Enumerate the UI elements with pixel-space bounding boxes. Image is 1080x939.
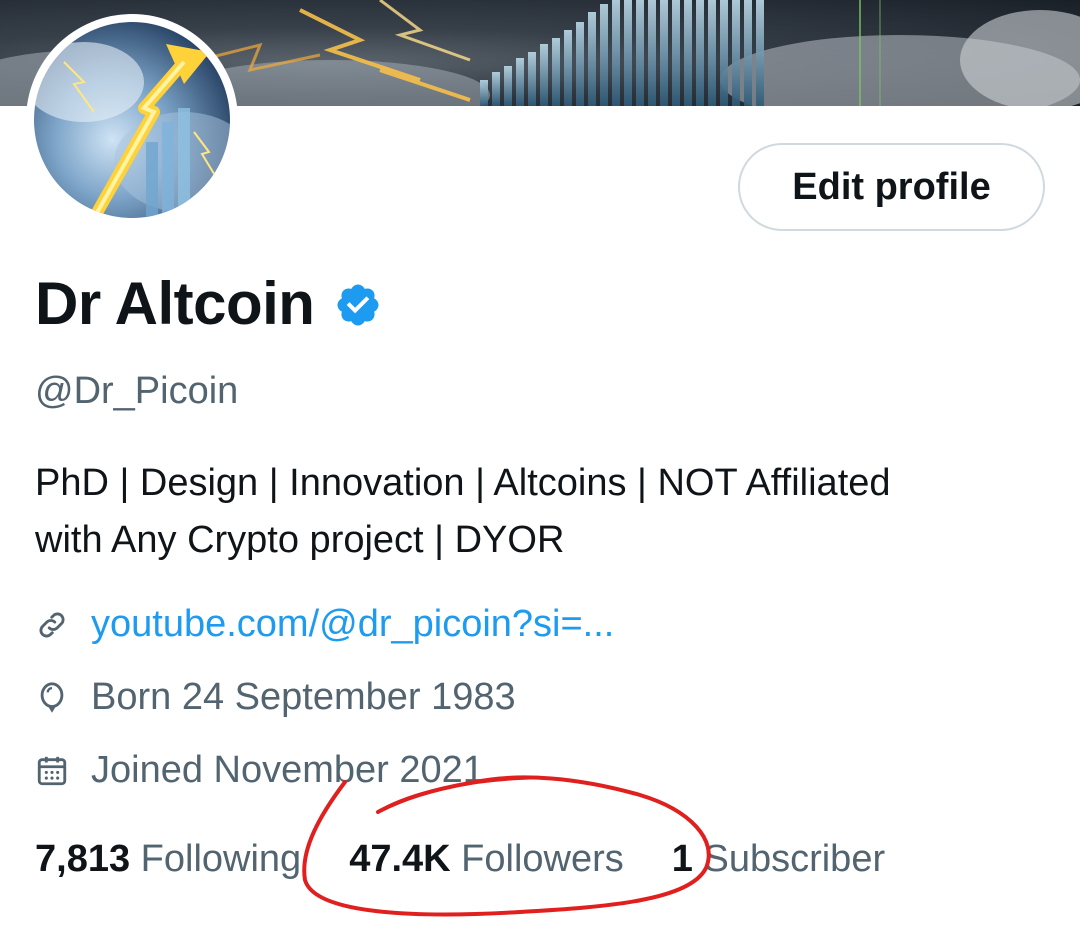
verified-badge-icon[interactable] bbox=[334, 281, 382, 329]
edit-profile-button[interactable]: Edit profile bbox=[738, 143, 1045, 231]
profile-born-row: Born 24 September 1983 bbox=[35, 676, 516, 719]
bio-line: PhD | Design | Innovation | Altcoins | N… bbox=[35, 462, 891, 504]
profile-website-link[interactable]: youtube.com/@dr_picoin?si=... bbox=[91, 603, 614, 646]
followers-label: Followers bbox=[461, 838, 624, 880]
followers-count: 47.4K bbox=[349, 838, 451, 880]
link-icon bbox=[39, 612, 65, 637]
subscribers-link[interactable]: 1 Subscriber bbox=[672, 838, 885, 881]
profile-avatar[interactable] bbox=[26, 14, 238, 226]
following-count: 7,813 bbox=[35, 838, 131, 880]
followers-link[interactable]: 47.4K Followers bbox=[349, 838, 624, 881]
profile-stats: 7,813 Following 47.4K Followers 1 Subscr… bbox=[35, 838, 885, 881]
following-link[interactable]: 7,813 Following bbox=[35, 838, 301, 881]
subscribers-label: Subscriber bbox=[703, 838, 886, 880]
bio-line: with Any Crypto project | DYOR bbox=[35, 519, 565, 561]
profile-handle: @Dr_Picoin bbox=[35, 370, 239, 412]
profile-join-date: Joined November 2021 bbox=[91, 749, 484, 791]
avatar-image bbox=[34, 22, 230, 218]
following-label: Following bbox=[140, 838, 302, 880]
profile-link-row: youtube.com/@dr_picoin?si=... bbox=[35, 603, 614, 646]
calendar-icon bbox=[37, 756, 67, 785]
profile-joined-row: Joined November 2021 bbox=[35, 749, 484, 792]
subscribers-count: 1 bbox=[671, 838, 693, 880]
profile-name-row: Dr Altcoin bbox=[35, 266, 382, 340]
display-name: Dr Altcoin bbox=[35, 269, 315, 337]
balloon-icon bbox=[40, 681, 64, 713]
profile-birthdate: Born 24 September 1983 bbox=[91, 676, 516, 718]
profile-bio: PhD | Design | Innovation | Altcoins | N… bbox=[35, 455, 1045, 569]
